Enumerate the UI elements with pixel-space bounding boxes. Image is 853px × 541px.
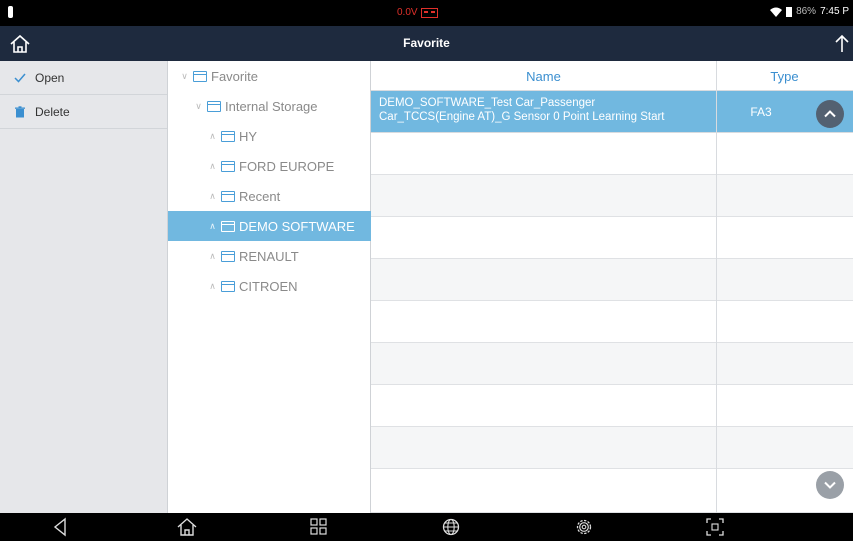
table-row[interactable]: DEMO_SOFTWARE_Test Car_Passenger Car_TCC… — [371, 91, 853, 133]
table-row[interactable] — [371, 175, 853, 217]
file-table: Name Type DEMO_SOFTWARE_Test Car_Passeng… — [371, 61, 853, 513]
action-menu: Open Delete — [0, 61, 168, 513]
grid-icon — [310, 518, 327, 535]
chevron-up-icon: ∧ — [209, 160, 216, 171]
car-battery-icon — [420, 7, 438, 18]
row-name-line1: DEMO_SOFTWARE_Test Car_Passenger — [379, 97, 596, 109]
tree-item-favorite[interactable]: ∨ Favorite — [168, 61, 371, 91]
main-content: Open Delete ∨ Favorite ∨ Internal Storag… — [0, 61, 853, 513]
chevron-up-icon — [824, 110, 836, 118]
tree-item-label: FORD EUROPE — [239, 158, 335, 174]
row-type: FA3 — [750, 105, 772, 119]
scroll-down-button[interactable] — [816, 471, 844, 499]
trash-icon — [15, 105, 25, 117]
home-nav-button[interactable] — [176, 517, 198, 537]
page-title: Favorite — [403, 36, 450, 50]
row-name: DEMO_SOFTWARE_Test Car_Passenger Car_TCC… — [379, 96, 709, 124]
navigation-bar — [0, 513, 853, 541]
folder-icon — [221, 250, 235, 262]
screenshot-button[interactable] — [704, 517, 726, 537]
table-row[interactable] — [371, 301, 853, 343]
table-row[interactable] — [371, 133, 853, 175]
tree-item-recent[interactable]: ∧ Recent — [168, 181, 371, 211]
tree-item-label: Favorite — [211, 68, 258, 84]
wifi-icon — [770, 7, 783, 17]
clock: 7:45 P — [820, 6, 849, 17]
folder-icon — [193, 70, 207, 82]
tree-item-ford-europe[interactable]: ∧ FORD EUROPE — [168, 151, 371, 181]
table-header: Name Type — [371, 61, 853, 91]
table-row[interactable] — [371, 259, 853, 301]
tree-item-hy[interactable]: ∧ HY — [168, 121, 371, 151]
settings-button[interactable] — [573, 517, 595, 537]
chevron-up-icon: ∧ — [209, 130, 216, 141]
delete-button[interactable]: Delete — [0, 95, 167, 129]
tree-item-demo-software[interactable]: ∧ DEMO SOFTWARE — [168, 211, 371, 241]
chevron-up-icon: ∧ — [209, 250, 216, 261]
tree-item-label: Internal Storage — [225, 98, 318, 114]
folder-icon — [221, 130, 235, 142]
folder-icon — [207, 100, 221, 112]
tree-item-label: CITROEN — [239, 278, 298, 294]
apps-button[interactable] — [308, 517, 330, 537]
gear-icon — [576, 519, 592, 535]
chevron-up-icon: ∧ — [209, 220, 216, 231]
voltage-value: 0.0V — [397, 7, 418, 18]
tree-item-label: DEMO SOFTWARE — [239, 218, 355, 234]
table-row[interactable] — [371, 427, 853, 469]
home-outline-icon — [177, 518, 197, 536]
scroll-up-button[interactable] — [816, 100, 844, 128]
upload-icon[interactable] — [833, 32, 851, 56]
chevron-down-icon: ∨ — [181, 70, 188, 81]
folder-icon — [221, 160, 235, 172]
chevron-down-icon — [824, 481, 836, 489]
back-button[interactable] — [50, 517, 72, 537]
table-row[interactable] — [371, 217, 853, 259]
folder-tree: ∨ Favorite ∨ Internal Storage ∧ HY ∧ FOR… — [168, 61, 371, 513]
tree-item-citroen[interactable]: ∧ CITROEN — [168, 271, 371, 301]
chevron-up-icon: ∧ — [209, 280, 216, 291]
folder-icon — [221, 280, 235, 292]
delete-label: Delete — [35, 104, 70, 119]
chevron-down-icon: ∨ — [195, 100, 202, 111]
folder-icon — [221, 190, 235, 202]
column-header-name[interactable]: Name — [371, 69, 716, 84]
row-name-line2: Car_TCCS(Engine AT)_G Sensor 0 Point Lea… — [379, 111, 665, 123]
tree-item-label: Recent — [239, 188, 281, 204]
folder-icon — [221, 220, 235, 232]
table-row[interactable] — [371, 469, 853, 513]
battery-percent: 86% — [796, 6, 817, 17]
column-header-type[interactable]: Type — [716, 69, 853, 84]
column-divider — [716, 61, 717, 513]
title-bar: Favorite — [0, 26, 853, 61]
status-bar: 0.0V 86% 7:45 P — [0, 0, 853, 26]
battery-icon — [786, 6, 793, 17]
globe-icon — [442, 518, 460, 536]
chevron-up-icon: ∧ — [209, 190, 216, 201]
table-row[interactable] — [371, 343, 853, 385]
status-right: 86% 7:45 P — [770, 6, 849, 17]
tree-item-internal-storage[interactable]: ∨ Internal Storage — [168, 91, 371, 121]
lock-icon — [8, 6, 13, 18]
tree-item-label: HY — [239, 128, 258, 144]
voltage-indicator: 0.0V — [397, 7, 438, 18]
tree-item-label: RENAULT — [239, 248, 299, 264]
open-label: Open — [35, 70, 65, 85]
tree-item-renault[interactable]: ∧ RENAULT — [168, 241, 371, 271]
screenshot-icon — [706, 518, 724, 536]
table-row[interactable] — [371, 385, 853, 427]
back-triangle-icon — [53, 517, 66, 537]
browser-button[interactable] — [440, 517, 462, 537]
check-icon — [14, 73, 26, 83]
open-button[interactable]: Open — [0, 61, 167, 95]
